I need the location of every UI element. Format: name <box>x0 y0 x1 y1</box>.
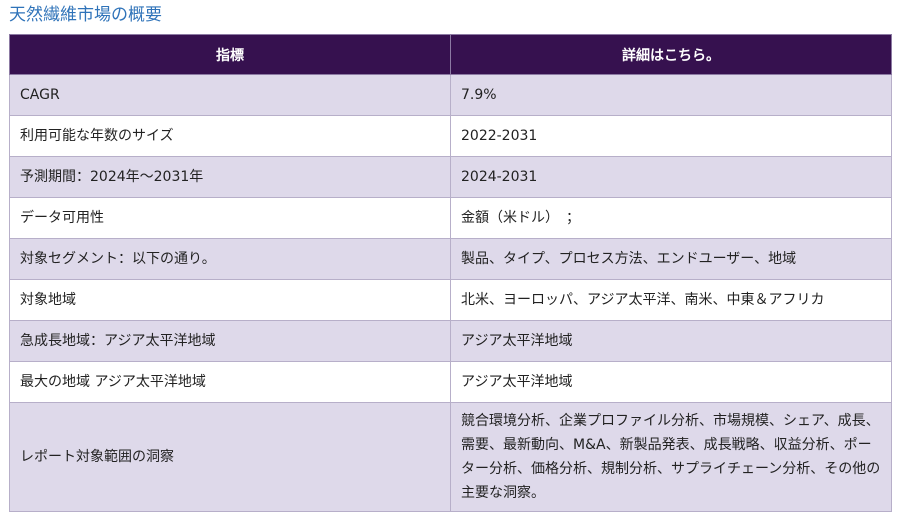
table-row: 利用可能な年数のサイズ 2022-2031 <box>9 115 892 157</box>
market-summary-table: 指標 詳細はこちら。 CAGR 7.9% 利用可能な年数のサイズ 2022-20… <box>9 34 892 512</box>
row-label: データ可用性 <box>9 197 451 239</box>
row-value: 金額（米ドル） ； <box>450 197 892 239</box>
row-value: 7.9% <box>450 74 892 116</box>
row-value: 競合環境分析、企業プロファイル分析、市場規模、シェア、成長、需要、最新動向、M&… <box>450 402 892 512</box>
row-value: アジア太平洋地域 <box>450 320 892 362</box>
header-details: 詳細はこちら。 <box>450 34 892 75</box>
row-value: 2024-2031 <box>450 156 892 198</box>
row-label: CAGR <box>9 74 451 116</box>
row-label: 最大の地域 アジア太平洋地域 <box>9 361 451 403</box>
page: 天然繊維市場の概要 指標 詳細はこちら。 CAGR 7.9% 利用可能な年数のサ… <box>0 0 898 512</box>
row-label: 対象セグメント：以下の通り。 <box>9 238 451 280</box>
row-label: 急成長地域：アジア太平洋地域 <box>9 320 451 362</box>
row-label: 利用可能な年数のサイズ <box>9 115 451 157</box>
table-row: 急成長地域：アジア太平洋地域 アジア太平洋地域 <box>9 320 892 362</box>
row-value: 製品、タイプ、プロセス方法、エンドユーザー、地域 <box>450 238 892 280</box>
row-label: レポート対象範囲の洞察 <box>9 402 451 512</box>
table-header-row: 指標 詳細はこちら。 <box>9 34 892 75</box>
table-row: 予測期間：2024年～2031年 2024-2031 <box>9 156 892 198</box>
table-row: 対象地域 北米、ヨーロッパ、アジア太平洋、南米、中東＆アフリカ <box>9 279 892 321</box>
page-title: 天然繊維市場の概要 <box>9 5 162 25</box>
table-row: 最大の地域 アジア太平洋地域 アジア太平洋地域 <box>9 361 892 403</box>
row-label: 予測期間：2024年～2031年 <box>9 156 451 198</box>
row-value: アジア太平洋地域 <box>450 361 892 403</box>
table-row: CAGR 7.9% <box>9 74 892 116</box>
row-label: 対象地域 <box>9 279 451 321</box>
row-value: 北米、ヨーロッパ、アジア太平洋、南米、中東＆アフリカ <box>450 279 892 321</box>
row-value: 2022-2031 <box>450 115 892 157</box>
table-row: データ可用性 金額（米ドル） ； <box>9 197 892 239</box>
table-row: レポート対象範囲の洞察 競合環境分析、企業プロファイル分析、市場規模、シェア、成… <box>9 402 892 512</box>
table-row: 対象セグメント：以下の通り。 製品、タイプ、プロセス方法、エンドユーザー、地域 <box>9 238 892 280</box>
header-metric: 指標 <box>9 34 451 75</box>
